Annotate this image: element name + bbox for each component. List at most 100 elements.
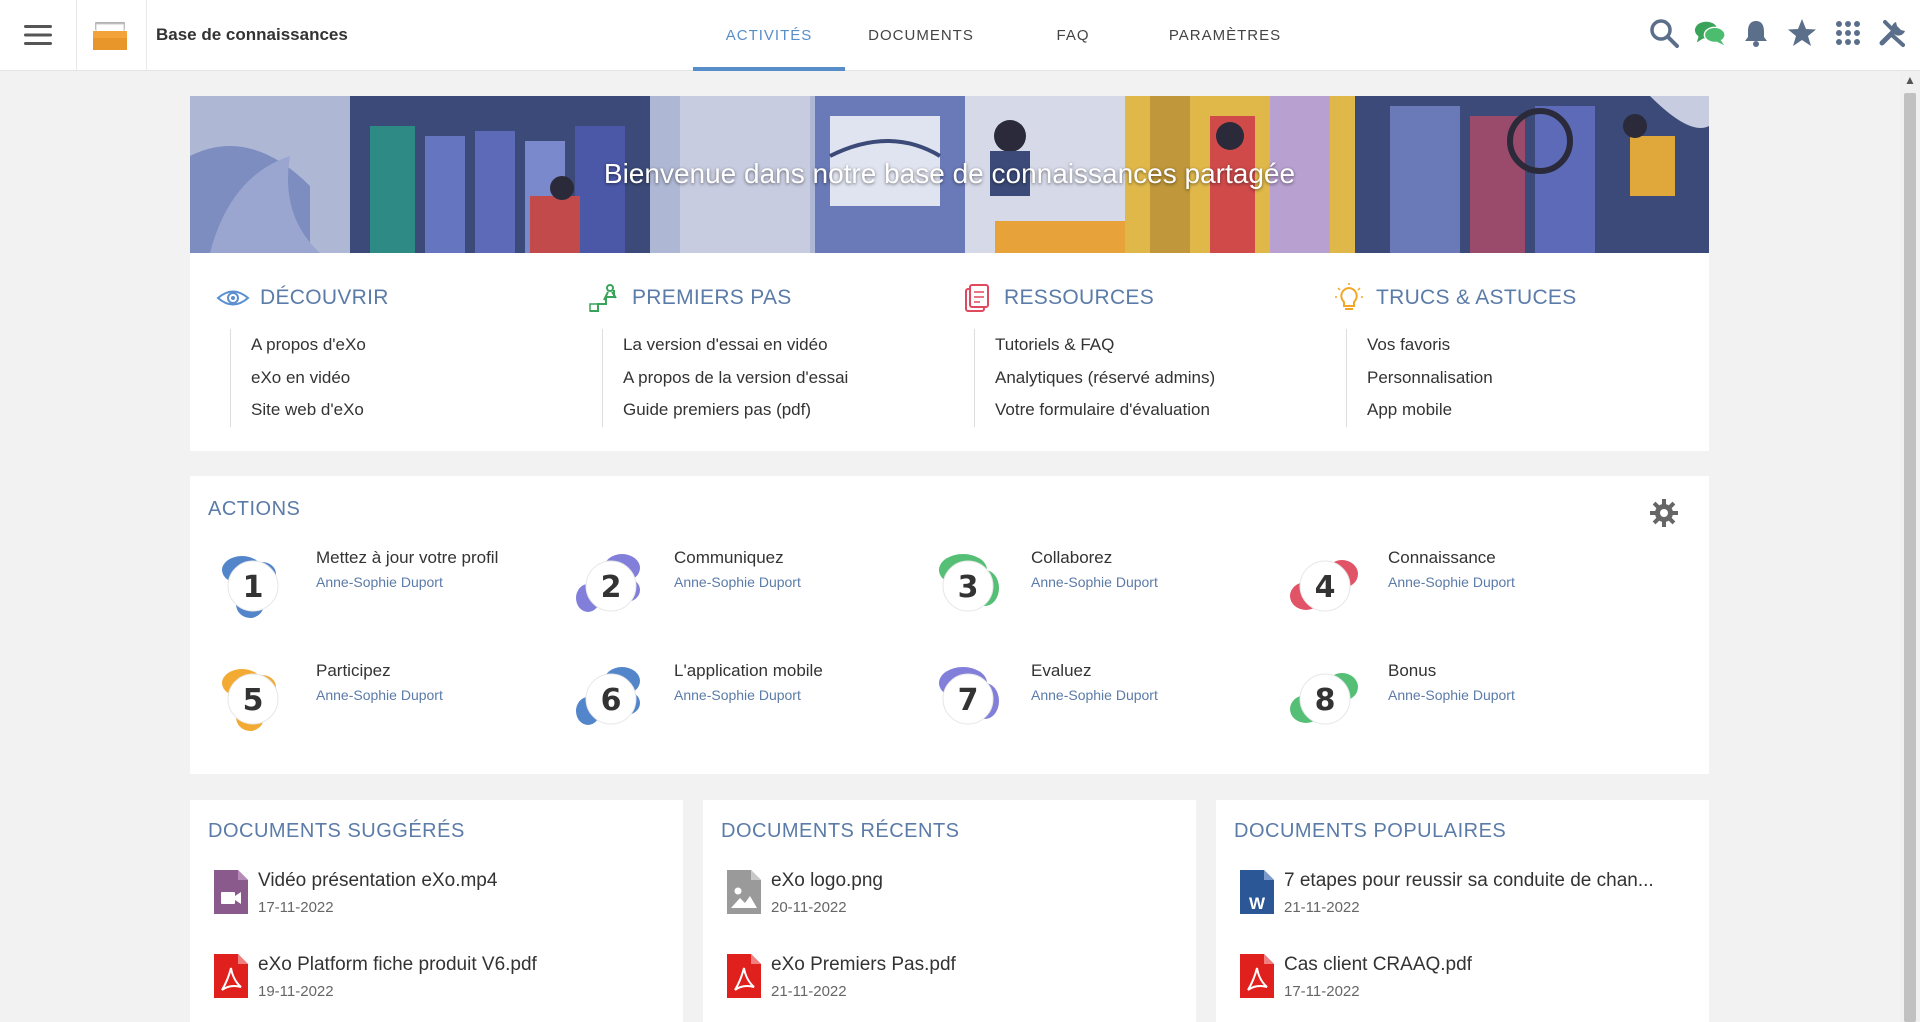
document-name[interactable]: eXo Premiers Pas.pdf	[771, 954, 1181, 976]
link-item[interactable]: eXo en vidéo	[251, 362, 588, 395]
tab-bar: ACTIVITÉS DOCUMENTS FAQ PARAMÈTRES	[693, 0, 1301, 71]
documents-card-title: DOCUMENTS RÉCENTS	[721, 820, 960, 842]
search-icon[interactable]	[1648, 16, 1680, 50]
step-1-badge-icon: 1	[222, 556, 279, 618]
scrollbar[interactable]: ▲	[1900, 71, 1920, 1022]
document-date: 17-11-2022	[258, 899, 334, 916]
action-title[interactable]: Mettez à jour votre profil	[316, 548, 498, 568]
document-name[interactable]: eXo logo.png	[771, 870, 1181, 892]
document-name[interactable]: Cas client CRAAQ.pdf	[1284, 954, 1694, 976]
document-name[interactable]: 7 etapes pour reussir sa conduite de cha…	[1284, 870, 1694, 892]
document-item[interactable]: eXo logo.png 20-11-2022	[727, 870, 1177, 930]
documents-popular-card: DOCUMENTS POPULAIRES W 7 etapes pour reu…	[1216, 800, 1709, 1022]
lightbulb-icon	[1335, 283, 1363, 310]
link-item[interactable]: Vos favoris	[1367, 329, 1704, 362]
step-4-badge-icon: 4	[1290, 560, 1358, 612]
image-file-icon	[727, 870, 761, 914]
document-item[interactable]: Cas client CRAAQ.pdf 17-11-2022	[1240, 954, 1690, 1014]
eye-icon	[216, 290, 250, 306]
tools-icon[interactable]	[1878, 16, 1910, 50]
document-item[interactable]: eXo Premiers Pas.pdf 21-11-2022	[727, 954, 1177, 1014]
action-item[interactable]: 8 Bonus Anne-Sophie Duport	[1284, 657, 1624, 747]
action-item[interactable]: 2 Communiquez Anne-Sophie Duport	[570, 544, 910, 634]
link-item[interactable]: Guide premiers pas (pdf)	[623, 394, 960, 427]
space-folder-icon[interactable]	[92, 20, 128, 52]
action-item[interactable]: 6 L'application mobile Anne-Sophie Duport	[570, 657, 910, 747]
link-item[interactable]: A propos d'eXo	[251, 329, 588, 362]
action-title[interactable]: Collaborez	[1031, 548, 1112, 568]
action-author[interactable]: Anne-Sophie Duport	[316, 574, 443, 590]
link-item[interactable]: Site web d'eXo	[251, 394, 588, 427]
link-column-title: PREMIERS PAS	[632, 286, 792, 309]
tab-activites[interactable]: ACTIVITÉS	[693, 0, 845, 71]
banner-title: Bienvenue dans notre base de connaissanc…	[603, 158, 1296, 189]
gear-icon[interactable]	[1649, 498, 1679, 528]
resources-icon	[965, 284, 989, 312]
quick-links-panel: DÉCOUVRIR A propos d'eXo eXo en vidéo Si…	[190, 253, 1709, 451]
action-item[interactable]: 3 Collaborez Anne-Sophie Duport	[927, 544, 1267, 634]
link-item[interactable]: App mobile	[1367, 394, 1704, 427]
step-8-badge-icon: 8	[1290, 673, 1358, 725]
step-number: 6	[601, 683, 622, 718]
step-2-badge-icon: 2	[576, 554, 640, 612]
document-item[interactable]: W 7 etapes pour reussir sa conduite de c…	[1240, 870, 1690, 930]
action-title[interactable]: L'application mobile	[674, 661, 823, 681]
document-item[interactable]: eXo Platform fiche produit V6.pdf 19-11-…	[214, 954, 664, 1014]
space-title[interactable]: Base de connaissances	[156, 25, 348, 45]
action-author[interactable]: Anne-Sophie Duport	[674, 687, 801, 703]
step-number: 1	[243, 570, 264, 605]
action-author[interactable]: Anne-Sophie Duport	[1031, 574, 1158, 590]
step-number: 7	[958, 683, 979, 718]
pdf-file-icon	[1240, 954, 1274, 998]
link-item[interactable]: Analytiques (réservé admins)	[995, 362, 1332, 395]
action-author[interactable]: Anne-Sophie Duport	[1388, 574, 1515, 590]
action-item[interactable]: 5 Participez Anne-Sophie Duport	[212, 657, 552, 747]
link-item[interactable]: A propos de la version d'essai	[623, 362, 960, 395]
link-column-decouvrir: DÉCOUVRIR A propos d'eXo eXo en vidéo Si…	[216, 283, 588, 427]
documents-recent-card: DOCUMENTS RÉCENTS eXo logo.png 20-11-202…	[703, 800, 1196, 1022]
action-title[interactable]: Communiquez	[674, 548, 784, 568]
tab-documents[interactable]: DOCUMENTS	[845, 0, 997, 71]
actions-title: ACTIONS	[208, 498, 301, 520]
hamburger-menu-icon[interactable]	[14, 14, 62, 56]
step-7-badge-icon: 7	[939, 667, 999, 725]
step-number: 5	[243, 683, 264, 718]
link-column-title: DÉCOUVRIR	[260, 286, 389, 309]
action-title[interactable]: Connaissance	[1388, 548, 1496, 568]
document-name[interactable]: Vidéo présentation eXo.mp4	[258, 870, 668, 892]
document-date: 17-11-2022	[1284, 983, 1360, 1000]
scroll-up-arrow-icon[interactable]: ▲	[1904, 73, 1916, 87]
action-item[interactable]: 1 Mettez à jour votre profil Anne-Sophie D…	[212, 544, 552, 634]
tab-faq[interactable]: FAQ	[997, 0, 1149, 71]
chat-icon[interactable]	[1694, 16, 1726, 50]
scrollbar-thumb[interactable]	[1904, 93, 1916, 1022]
documents-card-title: DOCUMENTS POPULAIRES	[1234, 820, 1507, 842]
action-author[interactable]: Anne-Sophie Duport	[1388, 687, 1515, 703]
link-item[interactable]: Tutoriels & FAQ	[995, 329, 1332, 362]
link-item[interactable]: Personnalisation	[1367, 362, 1704, 395]
apps-grid-icon[interactable]	[1832, 16, 1864, 50]
link-column-trucs-astuces: TRUCS & ASTUCES Vos favoris Personnalisa…	[1332, 283, 1704, 427]
action-author[interactable]: Anne-Sophie Duport	[674, 574, 801, 590]
link-item[interactable]: Votre formulaire d'évaluation	[995, 394, 1332, 427]
document-date: 21-11-2022	[1284, 899, 1360, 916]
link-column-title: RESSOURCES	[1004, 286, 1155, 309]
bell-icon[interactable]	[1740, 16, 1772, 50]
action-item[interactable]: 4 Connaissance Anne-Sophie Duport	[1284, 544, 1624, 634]
star-icon[interactable]	[1786, 16, 1818, 50]
step-6-badge-icon: 6	[576, 667, 640, 725]
tab-parametres[interactable]: PARAMÈTRES	[1149, 0, 1301, 71]
action-author[interactable]: Anne-Sophie Duport	[1031, 687, 1158, 703]
svg-text:W: W	[1249, 894, 1266, 913]
document-name[interactable]: eXo Platform fiche produit V6.pdf	[258, 954, 668, 976]
document-date: 20-11-2022	[771, 899, 847, 916]
action-title[interactable]: Bonus	[1388, 661, 1436, 681]
steps-icon	[589, 284, 617, 312]
action-item[interactable]: 7 Evaluez Anne-Sophie Duport	[927, 657, 1267, 747]
action-author[interactable]: Anne-Sophie Duport	[316, 687, 443, 703]
document-item[interactable]: Vidéo présentation eXo.mp4 17-11-2022	[214, 870, 664, 930]
action-title[interactable]: Evaluez	[1031, 661, 1091, 681]
action-title[interactable]: Participez	[316, 661, 391, 681]
link-column-premiers-pas: PREMIERS PAS La version d'essai en vidéo…	[588, 283, 960, 427]
link-item[interactable]: La version d'essai en vidéo	[623, 329, 960, 362]
